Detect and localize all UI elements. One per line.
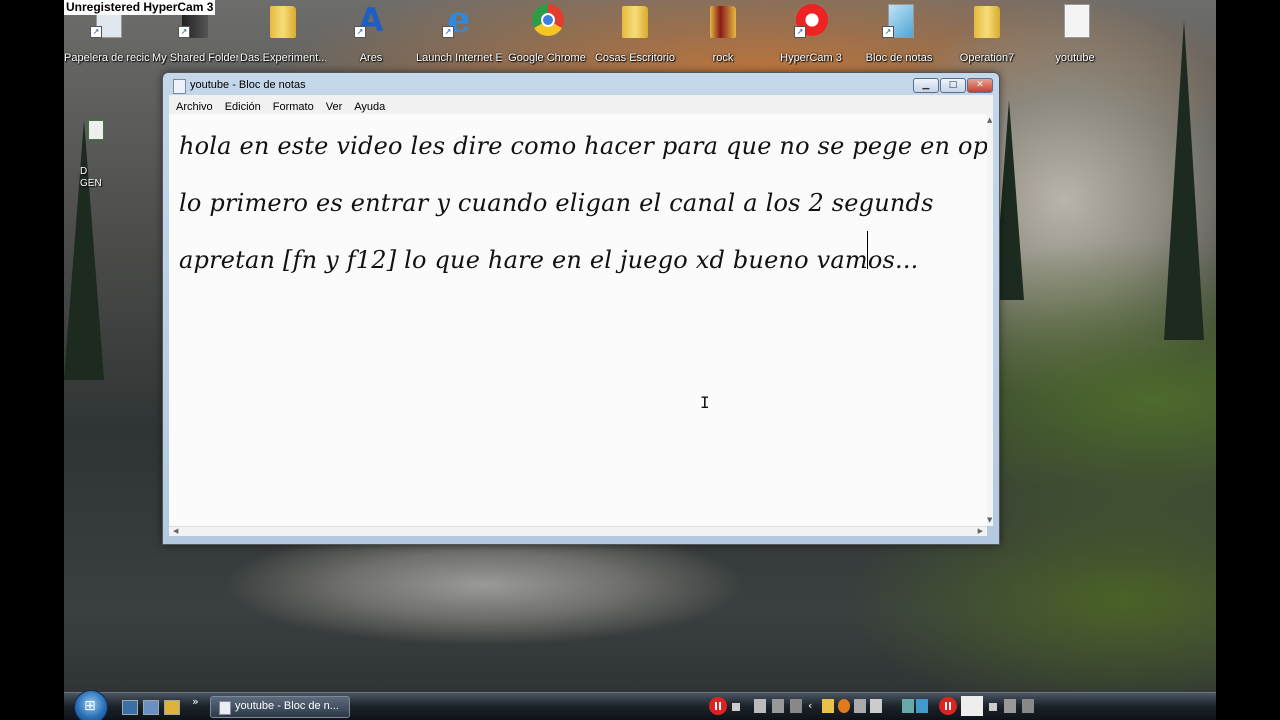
menu-bar: Archivo Edición Formato Ver Ayuda xyxy=(169,95,993,114)
folder-icon xyxy=(266,2,300,38)
tray-icon[interactable] xyxy=(1004,699,1016,713)
desktop-icon-rock[interactable]: rock xyxy=(680,2,766,72)
desktop-icon-label: Operation7 xyxy=(959,52,1015,64)
notepad-icon: ↗ xyxy=(882,2,916,38)
notepad-window[interactable]: youtube - Bloc de notas ▁ □ ✕ Archivo Edi… xyxy=(162,72,1000,545)
taskbar-button-label: youtube - Bloc de n... xyxy=(235,700,339,712)
desktop-icon-label: youtube xyxy=(1055,52,1095,64)
wallpaper-tree xyxy=(1164,20,1204,340)
desktop-icon-partial[interactable]: D GEN xyxy=(80,120,104,190)
tray-icon[interactable] xyxy=(790,699,802,713)
ibeam-cursor-icon: I xyxy=(700,393,710,412)
maximize-button[interactable]: □ xyxy=(940,78,966,93)
desktop-icon-internet-explorer[interactable]: e↗ Launch Internet Explorer Browser xyxy=(416,2,502,72)
desktop-wallpaper: Unregistered HyperCam 3 ↗ Papelera de re… xyxy=(64,0,1216,720)
tray-expand-icon[interactable]: ‹ xyxy=(808,699,812,712)
desktop-icon-label: HyperCam 3 xyxy=(780,52,842,64)
hypercam-icon: ↗ xyxy=(794,2,828,38)
hypercam-watermark: Unregistered HyperCam 3 xyxy=(64,0,216,15)
internet-explorer-icon: e ↗ xyxy=(442,2,476,38)
vertical-scrollbar[interactable]: ▲ ▼ xyxy=(987,114,993,526)
menu-ver[interactable]: Ver xyxy=(319,98,348,113)
title-bar[interactable]: youtube - Bloc de notas ▁ □ ✕ xyxy=(163,73,999,97)
menu-ayuda[interactable]: Ayuda xyxy=(347,98,390,113)
show-desktop-icon[interactable] xyxy=(122,700,138,715)
text-line: hola en este video les dire como hacer p… xyxy=(179,132,987,160)
spreadsheet-icon xyxy=(88,120,104,140)
scroll-up-icon[interactable]: ▲ xyxy=(987,116,992,124)
desktop-icon-label: My Shared Folder Acceso directo xyxy=(152,52,238,64)
desktop-icon-label: rock xyxy=(712,52,734,64)
desktop-icon-ares[interactable]: A ↗ Ares xyxy=(328,2,414,72)
desktop-icon-cosas-escritorio[interactable]: Cosas Escritorio xyxy=(592,2,678,72)
media-player-icon[interactable] xyxy=(164,700,180,715)
tray-icon[interactable] xyxy=(772,699,784,713)
pause-icon xyxy=(945,702,947,710)
desktop-icon-label: Cosas Escritorio xyxy=(594,52,676,64)
scroll-right-icon[interactable]: ▶ xyxy=(978,527,983,535)
desktop-icon-youtube-txt[interactable]: youtube xyxy=(1032,2,1118,72)
desktop-icon-bloc-de-notas[interactable]: ↗ Bloc de notas xyxy=(856,2,942,72)
menu-edicion[interactable]: Edición xyxy=(218,98,266,113)
desktop-icon-google-chrome[interactable]: Google Chrome xyxy=(504,2,590,72)
desktop-icon-label: Bloc de notas xyxy=(865,52,933,64)
desktop-icon-operation7[interactable]: Operation7 xyxy=(944,2,1030,72)
folder-icon xyxy=(970,2,1004,38)
minimize-button[interactable]: ▁ xyxy=(913,78,939,93)
hypercam-pause-button[interactable] xyxy=(709,697,727,715)
close-button[interactable]: ✕ xyxy=(967,78,993,93)
text-line: lo primero es entrar y cuando eligan el … xyxy=(179,189,934,217)
text-caret xyxy=(867,231,868,269)
window-title: youtube - Bloc de notas xyxy=(190,79,306,91)
start-button[interactable]: ⊞ xyxy=(74,690,108,720)
tray-icon[interactable] xyxy=(961,696,983,716)
folder-icon xyxy=(706,2,740,38)
menu-formato[interactable]: Formato xyxy=(266,98,319,113)
desktop-icon-label: Das.Experiment... xyxy=(240,52,326,64)
hypercam-pause-button[interactable] xyxy=(939,697,957,715)
tray-icon[interactable] xyxy=(854,699,866,713)
desktop-icon-label: Papelera de reciclaje - Acce... xyxy=(64,52,150,64)
tray-icon[interactable] xyxy=(838,699,850,713)
desktop-icon-label: Google Chrome xyxy=(508,52,586,64)
scroll-left-icon[interactable]: ◀ xyxy=(173,527,178,535)
stop-icon[interactable] xyxy=(732,703,740,711)
desktop-icon-label: Launch Internet Explorer Browser xyxy=(416,52,502,64)
switch-windows-icon[interactable] xyxy=(143,700,159,715)
desktop-icon-label: D GEN xyxy=(80,166,102,189)
menu-archivo[interactable]: Archivo xyxy=(169,98,218,113)
ares-icon: A ↗ xyxy=(354,2,388,38)
tray-icon[interactable] xyxy=(822,699,834,713)
horizontal-scrollbar[interactable]: ◀ ▶ xyxy=(169,526,987,536)
taskbar: ⊞ » youtube - Bloc de n... ‹ xyxy=(64,690,1216,720)
windows-logo-icon: ⊞ xyxy=(84,698,96,714)
quicklaunch-overflow[interactable]: » xyxy=(192,695,199,708)
text-line: apretan [fn y f12] lo que hare en el jue… xyxy=(179,246,919,274)
close-icon: ✕ xyxy=(976,80,984,90)
desktop-icon-label: Ares xyxy=(359,52,383,64)
desktop-icon-das-experiment[interactable]: Das.Experiment... xyxy=(240,2,326,72)
taskbar-button-notepad[interactable]: youtube - Bloc de n... xyxy=(210,696,350,718)
text-file-icon xyxy=(1058,2,1092,38)
minimize-icon: ▁ xyxy=(922,80,930,90)
text-editor[interactable]: hola en este video les dire como hacer p… xyxy=(169,114,987,526)
notepad-icon xyxy=(173,79,186,94)
network-icon[interactable] xyxy=(916,699,928,713)
pause-icon xyxy=(719,702,721,710)
tray-icon[interactable] xyxy=(902,699,914,713)
desktop-icon-hypercam[interactable]: ↗ HyperCam 3 xyxy=(768,2,854,72)
stop-icon[interactable] xyxy=(989,703,997,711)
folder-icon xyxy=(618,2,652,38)
chrome-icon xyxy=(530,2,564,38)
tray-icon[interactable] xyxy=(1022,699,1034,713)
pause-icon xyxy=(949,702,951,710)
scroll-down-icon[interactable]: ▼ xyxy=(987,516,992,524)
tray-icon[interactable] xyxy=(870,699,882,713)
notepad-icon xyxy=(219,701,231,715)
maximize-icon: □ xyxy=(948,80,958,90)
pause-icon xyxy=(715,702,717,710)
tray-icon[interactable] xyxy=(754,699,766,713)
